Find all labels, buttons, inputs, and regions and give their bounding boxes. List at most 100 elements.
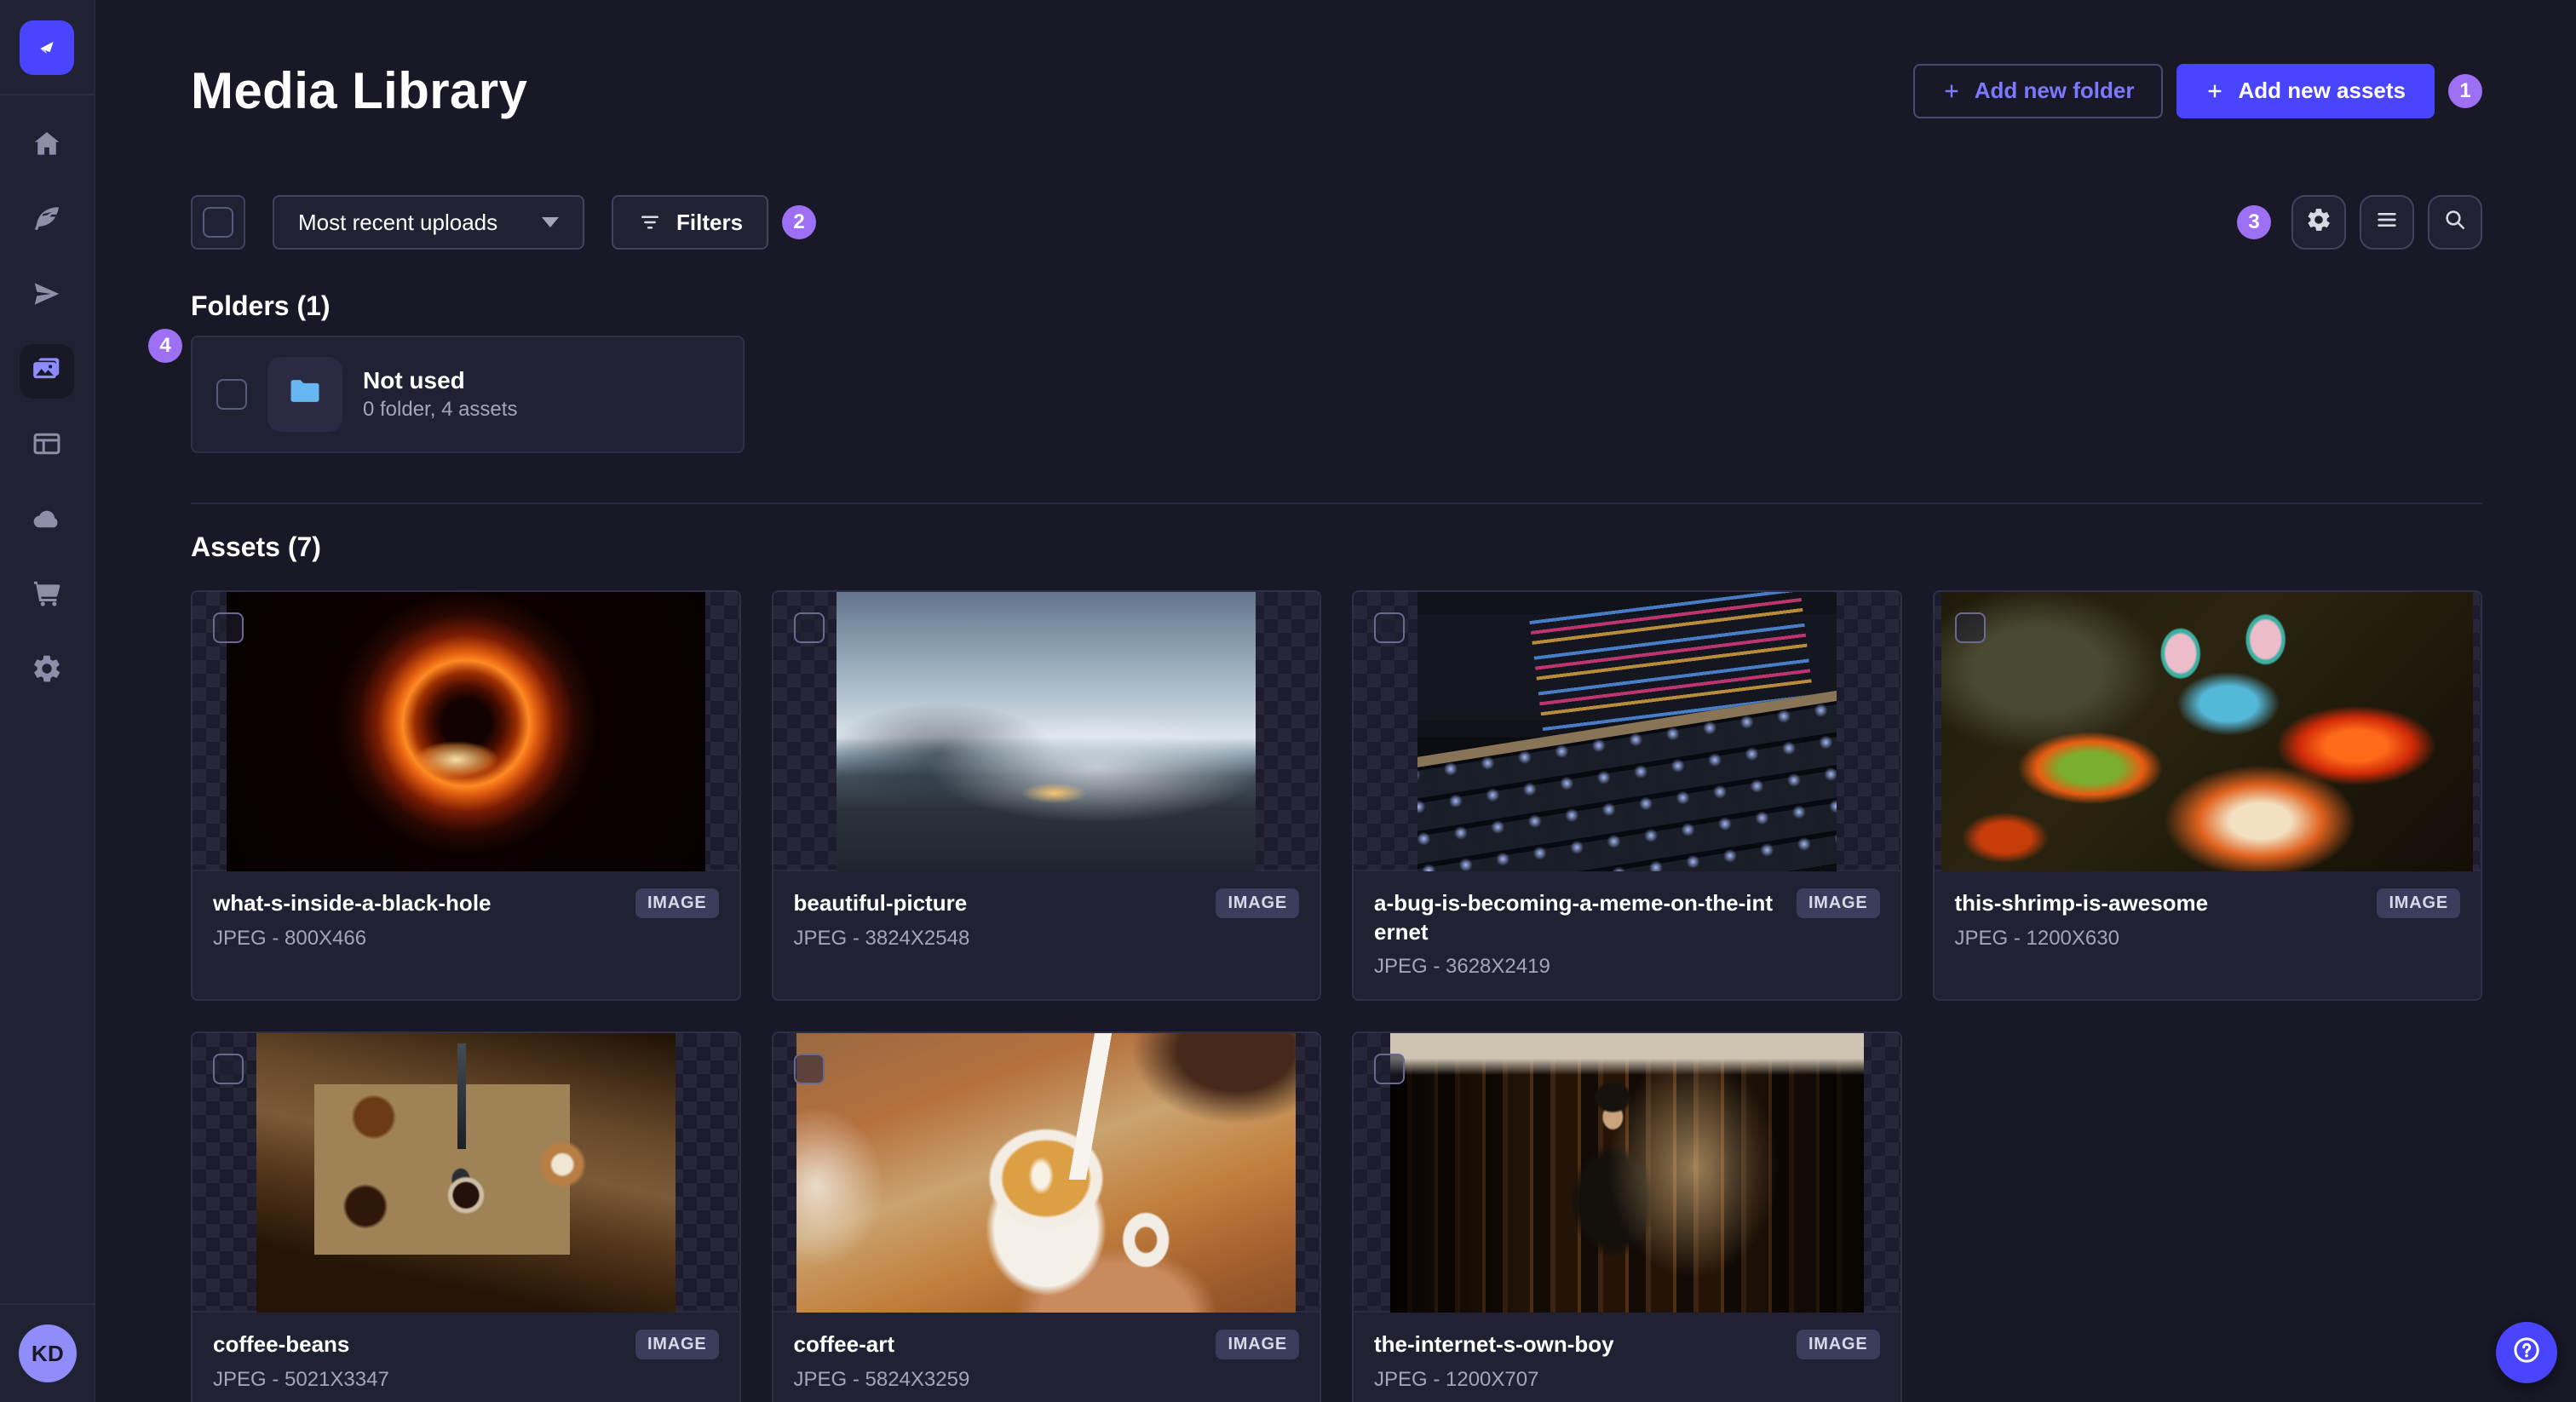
tour-badge-2[interactable]: 2 xyxy=(782,205,817,239)
add-new-folder-label: Add new folder xyxy=(1974,78,2135,103)
asset-card[interactable]: coffee-beans IMAGE JPEG - 5021X3347 xyxy=(191,1031,741,1402)
asset-type-badge: IMAGE xyxy=(2377,888,2460,918)
search-button[interactable] xyxy=(2428,195,2482,250)
asset-card[interactable]: what-s-inside-a-black-hole IMAGE JPEG - … xyxy=(191,590,741,1001)
toolbar: Most recent uploads Filters 2 3 xyxy=(191,195,2482,250)
asset-type-badge: IMAGE xyxy=(1796,1330,1880,1359)
cart-icon xyxy=(31,577,63,616)
page-title: Media Library xyxy=(191,62,528,119)
select-all-checkbox[interactable] xyxy=(203,207,233,238)
asset-type-badge: IMAGE xyxy=(635,1330,719,1359)
avatar[interactable]: KD xyxy=(19,1324,77,1382)
sidebar-item-pages[interactable] xyxy=(20,419,74,474)
asset-checkbox[interactable] xyxy=(213,1054,244,1084)
asset-thumbnail xyxy=(796,1033,1297,1313)
asset-thumbnail xyxy=(837,592,1256,871)
add-new-assets-button[interactable]: Add new assets xyxy=(2176,63,2435,118)
asset-thumbnail xyxy=(1389,1033,1864,1313)
asset-card[interactable]: a-bug-is-becoming-a-meme-on-the-internet… xyxy=(1352,590,1902,1001)
folder-tile xyxy=(267,357,342,432)
asset-type-badge: IMAGE xyxy=(1216,1330,1299,1359)
folder-card[interactable]: Not used 0 folder, 4 assets xyxy=(191,336,745,453)
asset-thumbnail xyxy=(1941,592,2474,871)
filters-label: Filters xyxy=(676,209,744,235)
asset-title: what-s-inside-a-black-hole xyxy=(213,890,492,916)
asset-thumbnail-area xyxy=(773,592,1320,871)
sort-dropdown-value: Most recent uploads xyxy=(298,209,498,235)
asset-meta: JPEG - 800X466 xyxy=(213,927,367,950)
folders-heading: Folders (1) xyxy=(191,290,331,321)
sidebar-item-purchase[interactable] xyxy=(20,569,74,623)
asset-meta: JPEG - 5021X3347 xyxy=(213,1368,389,1391)
asset-card[interactable]: the-internet-s-own-boy IMAGE JPEG - 1200… xyxy=(1352,1031,1902,1402)
asset-checkbox[interactable] xyxy=(793,1054,825,1084)
asset-meta: JPEG - 5824X3259 xyxy=(793,1368,970,1391)
asset-checkbox[interactable] xyxy=(1374,1054,1405,1084)
asset-card-head: coffee-beans IMAGE xyxy=(213,1330,719,1359)
asset-meta: JPEG - 1200X630 xyxy=(1954,927,2119,950)
header-actions: Add new folder Add new assets 1 xyxy=(1912,63,2482,118)
folder-title: Not used xyxy=(363,367,465,394)
list-view-button[interactable] xyxy=(2360,195,2414,250)
asset-thumbnail-area xyxy=(1934,592,2481,871)
asset-checkbox[interactable] xyxy=(1954,612,1986,643)
folder-subtitle: 0 folder, 4 assets xyxy=(363,398,518,421)
asset-card-footer: this-shrimp-is-awesome IMAGE JPEG - 1200… xyxy=(1935,871,2481,971)
configure-view-button[interactable] xyxy=(2291,195,2346,250)
tour-badge-4[interactable]: 4 xyxy=(148,329,182,363)
sidebar-item-releases[interactable] xyxy=(20,269,74,324)
asset-card[interactable]: beautiful-picture IMAGE JPEG - 3824X2548 xyxy=(771,590,1321,1001)
asset-thumbnail xyxy=(226,592,705,871)
asset-card-footer: the-internet-s-own-boy IMAGE JPEG - 1200… xyxy=(1354,1313,1900,1402)
add-new-folder-button[interactable]: Add new folder xyxy=(1912,63,2164,118)
sidebar-nav xyxy=(20,95,74,698)
asset-checkbox[interactable] xyxy=(793,612,825,643)
paper-plane-icon xyxy=(31,278,63,316)
tour-badge-3[interactable]: 3 xyxy=(2237,205,2271,239)
sidebar-item-media-library[interactable] xyxy=(20,344,74,399)
sidebar-footer: KD xyxy=(0,1303,95,1402)
cloud-icon xyxy=(31,503,63,541)
asset-title: a-bug-is-becoming-a-meme-on-the-internet xyxy=(1374,890,1773,945)
select-all-checkbox-button[interactable] xyxy=(191,195,245,250)
sidebar-item-home[interactable] xyxy=(20,119,74,174)
asset-thumbnail-area xyxy=(193,1033,739,1313)
filters-button[interactable]: Filters xyxy=(612,195,769,250)
strapi-logo[interactable] xyxy=(20,20,74,75)
asset-meta: JPEG - 3824X2548 xyxy=(793,927,970,950)
asset-thumbnail-area xyxy=(1354,1033,1900,1313)
page-header: Media Library Add new folder Add new ass… xyxy=(191,61,2482,120)
asset-thumbnail-area xyxy=(1354,592,1900,871)
search-icon xyxy=(2441,206,2469,239)
feather-icon xyxy=(31,203,63,241)
asset-card-footer: coffee-art IMAGE JPEG - 5824X3259 xyxy=(773,1313,1320,1402)
sort-dropdown[interactable]: Most recent uploads xyxy=(273,195,584,250)
asset-card[interactable]: this-shrimp-is-awesome IMAGE JPEG - 1200… xyxy=(1932,590,2482,1001)
asset-type-badge: IMAGE xyxy=(635,888,719,918)
asset-card[interactable]: coffee-art IMAGE JPEG - 5824X3259 xyxy=(771,1031,1321,1402)
asset-card-head: a-bug-is-becoming-a-meme-on-the-internet… xyxy=(1374,888,1880,946)
asset-title: beautiful-picture xyxy=(793,890,968,916)
assets-heading: Assets (7) xyxy=(191,531,321,562)
sidebar-item-content[interactable] xyxy=(20,194,74,249)
folder-checkbox[interactable] xyxy=(216,379,247,410)
folder-icon xyxy=(286,372,324,417)
asset-checkbox[interactable] xyxy=(213,612,244,643)
asset-thumbnail-area xyxy=(193,592,739,871)
asset-title: the-internet-s-own-boy xyxy=(1374,1331,1614,1357)
folders-list: Not used 0 folder, 4 assets xyxy=(191,336,2482,453)
asset-card-footer: a-bug-is-becoming-a-meme-on-the-internet… xyxy=(1354,871,1900,999)
asset-card-head: this-shrimp-is-awesome IMAGE xyxy=(1955,888,2460,918)
asset-checkbox[interactable] xyxy=(1374,612,1405,643)
layout-icon xyxy=(31,428,63,466)
chevron-down-icon xyxy=(542,217,559,227)
tour-badge-1[interactable]: 1 xyxy=(2448,73,2482,108)
gear-icon xyxy=(31,652,63,691)
asset-type-badge: IMAGE xyxy=(1796,888,1880,918)
toolbar-right: 3 xyxy=(2223,195,2482,250)
asset-thumbnail-area xyxy=(773,1033,1320,1313)
add-new-assets-label: Add new assets xyxy=(2238,78,2406,103)
help-button[interactable] xyxy=(2496,1322,2557,1383)
sidebar-item-deploy[interactable] xyxy=(20,494,74,549)
sidebar-item-settings[interactable] xyxy=(20,644,74,698)
